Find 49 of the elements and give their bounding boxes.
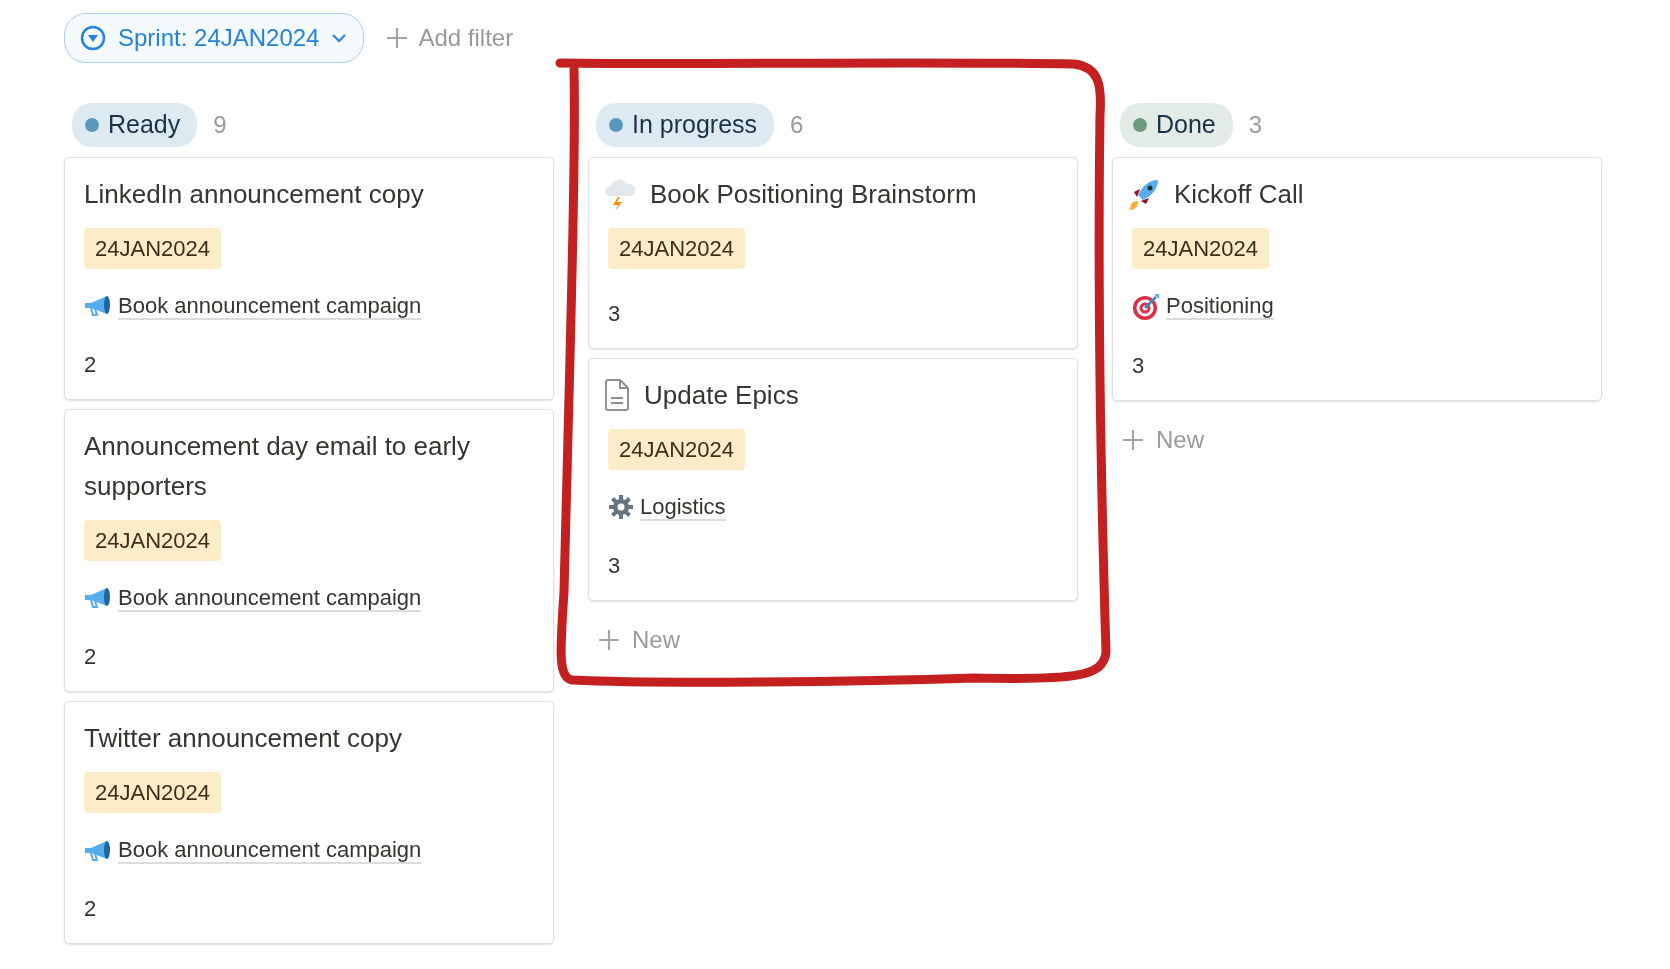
- chevron-down-icon: [331, 33, 348, 43]
- plus-icon: [1122, 428, 1144, 451]
- sprint-tag: 24JAN2024: [84, 227, 221, 269]
- card-title: Twitter announcement copy: [84, 722, 402, 756]
- relation-link[interactable]: Logistics: [640, 493, 726, 521]
- task-card[interactable]: LinkedIn announcement copy 24JAN2024 Book announcement campaign 2: [64, 156, 554, 400]
- task-card[interactable]: Twitter announcement copy 24JAN2024 Book announcement campaign 2: [64, 701, 554, 945]
- point-value: 2: [84, 895, 98, 924]
- sprint-tag: 24JAN2024: [608, 428, 745, 470]
- storm-cloud-icon: [604, 177, 636, 212]
- status-label: Done: [1120, 103, 1233, 147]
- plus-icon: [598, 628, 620, 651]
- sprint-tag: 24JAN2024: [84, 772, 221, 814]
- card-title: Book Positioning Brainstorm: [650, 177, 977, 211]
- card-count: 3: [1248, 109, 1263, 140]
- dropdown-circle-icon: [80, 25, 106, 51]
- target-icon: [1132, 292, 1160, 321]
- gear-icon: [608, 494, 634, 521]
- card-count: 6: [790, 109, 804, 140]
- card-title: Update Epics: [644, 378, 799, 412]
- plus-icon: [386, 27, 409, 49]
- status-label: In progress: [596, 103, 775, 147]
- relation-link[interactable]: Book announcement campaign: [118, 837, 422, 865]
- megaphone-icon: [84, 839, 112, 862]
- relation-link[interactable]: Book announcement campaign: [118, 584, 422, 613]
- sprint-tag: 24JAN2024: [84, 519, 221, 561]
- filter-chip[interactable]: Sprint: 24JAN2024: [64, 13, 365, 63]
- card-title: Kickoff Call: [1174, 177, 1304, 211]
- card-title: LinkedIn announcement copy: [84, 177, 424, 211]
- card-title: Announcement day email to early supporters: [84, 429, 471, 503]
- card-count: 9: [213, 109, 227, 140]
- relation-link[interactable]: Book announcement campaign: [118, 292, 422, 320]
- task-card[interactable]: Book Positioning Brainstorm 24JAN2024 3: [588, 156, 1078, 349]
- point-value: 3: [608, 551, 622, 580]
- point-value: 3: [1132, 351, 1146, 380]
- megaphone-icon: [84, 587, 112, 610]
- point-value: 3: [608, 299, 622, 328]
- task-card[interactable]: Kickoff Call 24JAN2024 Positioning 3: [1112, 156, 1602, 401]
- status-label: Ready: [72, 103, 198, 147]
- document-icon: [604, 378, 630, 411]
- sprint-tag: 24JAN2024: [1132, 227, 1269, 269]
- rocket-icon: [1128, 177, 1160, 210]
- megaphone-icon: [84, 295, 112, 318]
- point-value: 2: [84, 643, 98, 672]
- point-value: 2: [84, 350, 98, 379]
- relation-link[interactable]: Positioning: [1166, 292, 1274, 321]
- task-card[interactable]: Announcement day email to early supporters 24JAN2024 Book announcement campaign 2: [64, 408, 554, 693]
- task-card[interactable]: Update Epics 24JAN2024 Logistics 3: [588, 357, 1078, 601]
- sprint-tag: 24JAN2024: [608, 227, 745, 269]
